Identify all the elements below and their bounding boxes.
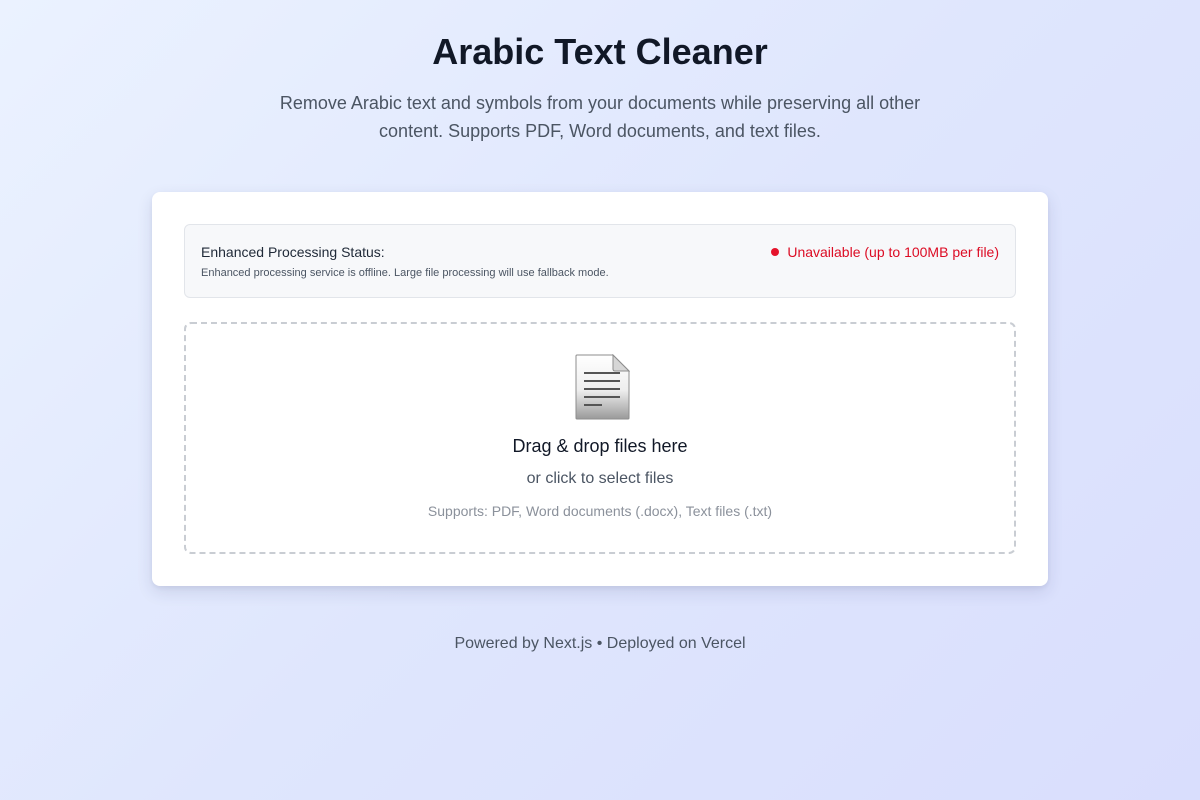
dropzone-supported-formats: Supports: PDF, Word documents (.docx), T…	[427, 503, 773, 519]
processing-status-panel: Enhanced Processing Status: Enhanced pro…	[184, 224, 1016, 298]
dropzone-select-link[interactable]: or click to select files	[186, 469, 1014, 489]
dropzone-title: Drag & drop files here	[512, 436, 688, 456]
status-description: Enhanced processing service is offline. …	[201, 267, 609, 279]
file-dropzone[interactable]: Drag & drop files here or click to selec…	[184, 322, 1016, 554]
page-footer: Powered by Next.js • Deployed on Vercel	[454, 635, 746, 652]
page-subtitle: Remove Arabic text and symbols from your…	[279, 93, 921, 141]
status-indicator-text: Unavailable (up to 100MB per file)	[787, 244, 999, 260]
document-icon	[575, 354, 630, 420]
status-indicator: Unavailable (up to 100MB per file)	[771, 243, 999, 261]
page-title: Arabic Text Cleaner	[432, 31, 768, 72]
page-header: Arabic Text Cleaner Remove Arabic text a…	[0, 30, 1200, 145]
status-dot-icon	[771, 248, 780, 256]
status-label: Enhanced Processing Status:	[201, 244, 385, 260]
main-card: Enhanced Processing Status: Enhanced pro…	[152, 192, 1048, 586]
